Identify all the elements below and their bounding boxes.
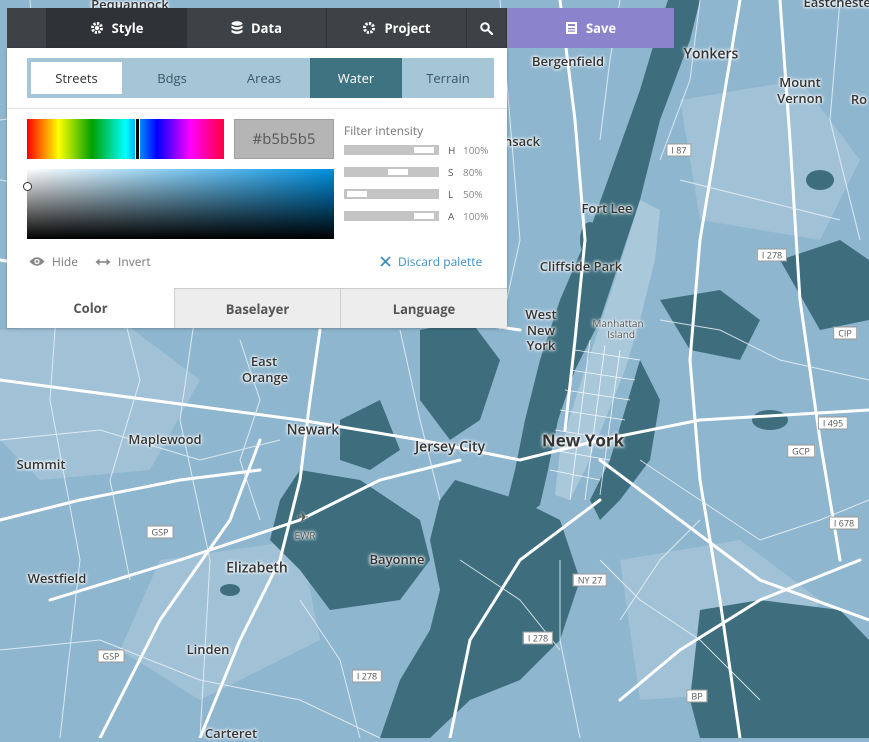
data-button-label: Data <box>251 19 282 37</box>
search-icon <box>480 21 493 35</box>
highway-shield-gcp: GCP <box>787 444 815 458</box>
map-label-linden: Linden <box>186 640 230 658</box>
project-button[interactable]: Project <box>327 8 467 48</box>
map-label-westfield: Westfield <box>27 569 87 587</box>
highway-shield-ny27: NY 27 <box>572 573 608 587</box>
style-panel: Streets Bdgs Areas Water Terrain #b5b5b5… <box>7 48 507 328</box>
filter-value: 80% <box>463 165 483 179</box>
map-label-elizabeth: Elizabeth <box>226 558 288 578</box>
close-icon <box>380 256 391 267</box>
filter-slider-a[interactable] <box>344 211 439 221</box>
save-button-label: Save <box>585 19 617 37</box>
highway-shield-gsp-b: GSP <box>97 649 125 663</box>
map-label-new-york: New York <box>541 428 625 452</box>
map-label-carteret: Carteret <box>204 724 258 742</box>
discard-palette-label: Discard palette <box>398 253 483 270</box>
project-button-label: Project <box>384 19 431 37</box>
map-label-bergenfield: Bergenfield <box>531 52 605 70</box>
map-label-vernon: Vernon <box>777 89 823 107</box>
airport-icon: ✈ <box>297 508 309 527</box>
map-label-cliffside-park: Cliffside Park <box>539 257 623 275</box>
database-icon <box>231 21 243 35</box>
hide-button[interactable]: Hide <box>29 253 78 270</box>
map-label-ewr: EWR <box>294 528 316 542</box>
map-label-york: York <box>526 336 556 354</box>
filter-slider-s[interactable] <box>344 167 439 177</box>
slider-knob[interactable] <box>388 169 408 175</box>
filter-letter: H <box>448 143 456 157</box>
map-label-ro: Ro <box>850 90 868 108</box>
filter-row-h: H 100% <box>344 143 504 157</box>
horizontal-arrows-icon <box>95 257 111 267</box>
filter-value: 100% <box>463 143 489 157</box>
gear-icon <box>362 21 376 35</box>
search-button[interactable] <box>467 8 507 48</box>
tab-language[interactable]: Language <box>340 288 507 328</box>
map-label-yonkers: Yonkers <box>683 44 739 64</box>
map-label-hackensack: nsack <box>503 132 541 150</box>
filter-letter: L <box>448 187 454 201</box>
map-label-island: Island <box>607 327 635 341</box>
map-label-orange: Orange <box>241 368 289 386</box>
tab-areas[interactable]: Areas <box>218 58 310 98</box>
filter-intensity-title: Filter intensity <box>344 122 424 139</box>
filter-slider-l[interactable] <box>344 189 439 199</box>
invert-button-label: Invert <box>118 253 151 270</box>
highway-shield-i87: I 87 <box>666 143 692 157</box>
style-button[interactable]: Style <box>47 8 187 48</box>
bottom-tabs: Color Baselayer Language <box>7 288 507 328</box>
main-toolbar: Style Data Project Save <box>7 8 674 48</box>
filter-value: 100% <box>463 209 489 223</box>
tab-streets[interactable]: Streets <box>27 58 126 98</box>
data-button[interactable]: Data <box>187 8 327 48</box>
filter-row-s: S 80% <box>344 165 504 179</box>
style-button-label: Style <box>111 19 144 37</box>
save-button[interactable]: Save <box>507 8 674 48</box>
divider <box>7 108 507 109</box>
tab-terrain[interactable]: Terrain <box>402 58 494 98</box>
tab-water[interactable]: Water <box>310 58 402 98</box>
hide-button-label: Hide <box>52 253 78 270</box>
slider-knob[interactable] <box>414 147 434 153</box>
highway-shield-i278-b: I 278 <box>522 631 554 645</box>
tab-baselayer[interactable]: Baselayer <box>174 288 340 328</box>
hue-spectrum-slider[interactable] <box>27 119 224 159</box>
hex-color-input[interactable]: #b5b5b5 <box>234 119 334 159</box>
slider-knob[interactable] <box>414 213 434 219</box>
invert-button[interactable]: Invert <box>95 253 151 270</box>
filter-letter: A <box>448 209 455 223</box>
highway-shield-i495: I 495 <box>817 416 849 430</box>
map-label-eastchester: Eastchester <box>803 0 869 11</box>
color-picker-handle[interactable] <box>23 182 32 191</box>
hue-marker[interactable] <box>135 119 140 159</box>
discard-palette-button[interactable]: Discard palette <box>380 253 482 270</box>
save-icon <box>565 21 578 35</box>
saturation-value-picker[interactable] <box>23 169 334 239</box>
tab-color[interactable]: Color <box>7 288 174 328</box>
filter-row-a: A 100% <box>344 209 504 223</box>
eye-icon <box>29 256 45 267</box>
toolbar-handle[interactable] <box>7 8 47 48</box>
map-label-fort-lee: Fort Lee <box>581 199 633 217</box>
map-label-summit: Summit <box>16 455 66 473</box>
filter-slider-h[interactable] <box>344 145 439 155</box>
map-label-jersey-city: Jersey City <box>414 437 486 457</box>
highway-shield-cip: CIP <box>833 326 857 340</box>
filter-row-l: L 50% <box>344 187 504 201</box>
map-label-newark: Newark <box>286 420 340 440</box>
highway-shield-bp: BP <box>686 689 708 703</box>
highway-shield-gsp: GSP <box>146 525 174 539</box>
highway-shield-i678: I 678 <box>828 516 860 530</box>
layer-tabs: Streets Bdgs Areas Water Terrain <box>27 58 494 98</box>
tab-bdgs[interactable]: Bdgs <box>126 58 218 98</box>
filter-letter: S <box>448 165 454 179</box>
map-label-maplewood: Maplewood <box>128 430 202 448</box>
map-label-bayonne: Bayonne <box>369 550 425 568</box>
highway-shield-i278-c: I 278 <box>351 669 383 683</box>
slider-knob[interactable] <box>347 191 367 197</box>
highway-shield-i278: I 278 <box>756 248 788 262</box>
gear-icon <box>90 21 104 35</box>
filter-value: 50% <box>463 187 483 201</box>
